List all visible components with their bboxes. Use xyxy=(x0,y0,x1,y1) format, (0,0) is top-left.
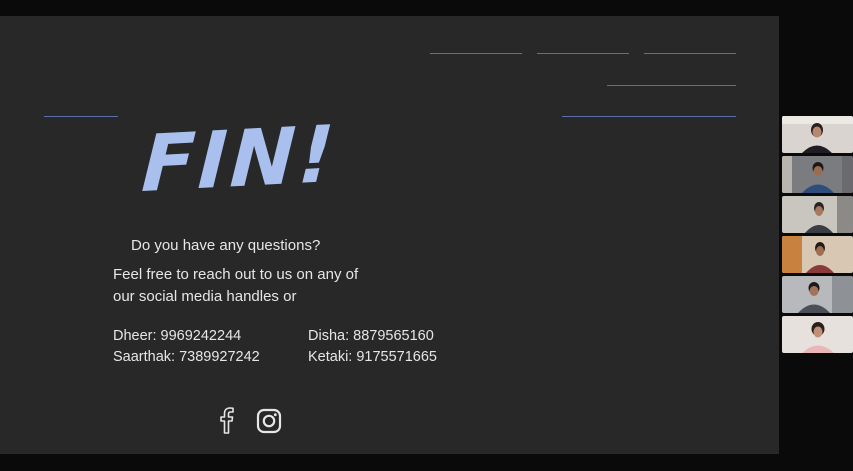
description-text: Feel free to reach out to us on any of o… xyxy=(113,264,358,308)
participant-video-tile[interactable] xyxy=(782,156,853,193)
instagram-icon[interactable] xyxy=(256,408,282,439)
question-text: Do you have any questions? xyxy=(131,237,321,254)
avatar xyxy=(782,236,853,273)
participant-video-tile[interactable] xyxy=(782,116,853,153)
contact-disha: Disha: 8879565160 xyxy=(308,328,434,344)
participant-video-tile[interactable] xyxy=(782,196,853,233)
slide-title: FIN! xyxy=(139,109,340,211)
contact-ketaki: Ketaki: 9175571665 xyxy=(308,349,437,365)
decorative-line xyxy=(607,85,736,86)
participant-video-tile[interactable] xyxy=(782,236,853,273)
decorative-line xyxy=(430,53,522,54)
participant-video-tile[interactable] xyxy=(782,276,853,313)
decorative-line xyxy=(44,116,118,117)
decorative-line xyxy=(644,53,736,54)
contact-saarthak: Saarthak: 7389927242 xyxy=(113,349,260,365)
description-line: Feel free to reach out to us on any of xyxy=(113,266,359,283)
decorative-line xyxy=(562,116,736,117)
participant-video-tile[interactable] xyxy=(782,316,853,353)
avatar xyxy=(782,196,853,233)
facebook-icon[interactable] xyxy=(218,406,236,439)
avatar xyxy=(782,116,853,153)
avatar xyxy=(782,316,853,353)
avatar xyxy=(782,276,853,313)
participant-strip xyxy=(780,116,853,356)
description-line: our social media handles or xyxy=(113,288,297,305)
avatar xyxy=(782,156,853,193)
contact-dheer: Dheer: 9969242244 xyxy=(113,328,242,344)
decorative-line xyxy=(537,53,629,54)
presentation-slide: FIN! Do you have any questions? Feel fre… xyxy=(0,16,779,454)
